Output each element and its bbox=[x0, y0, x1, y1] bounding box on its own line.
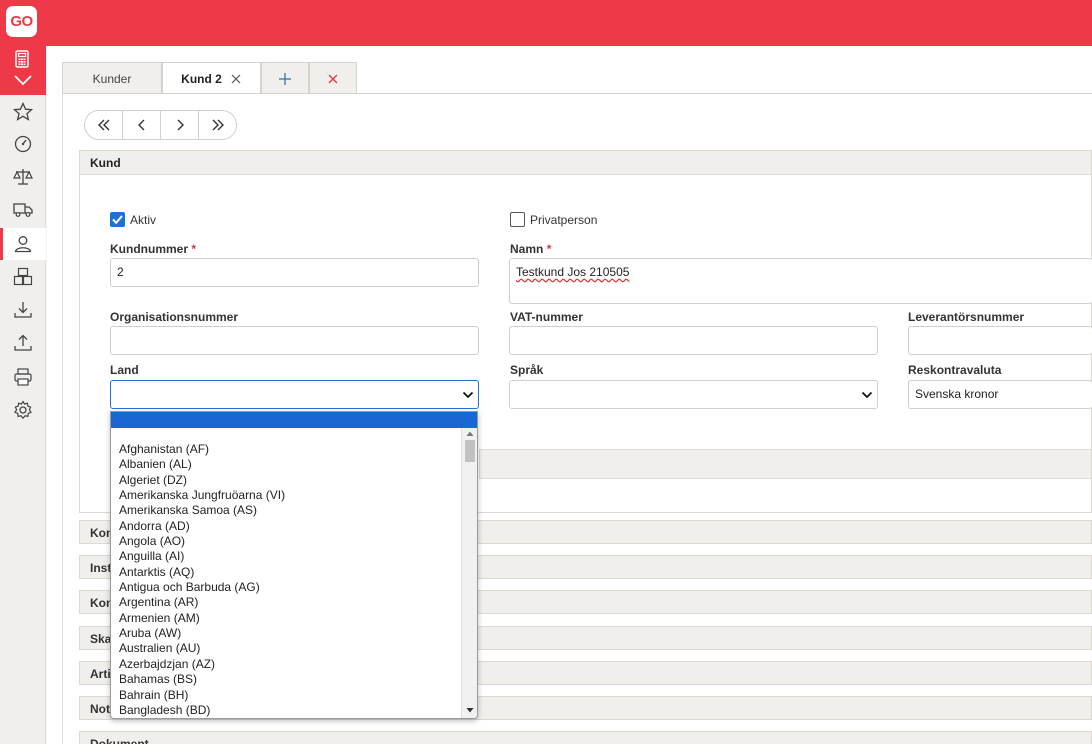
double-chevron-left-icon bbox=[97, 119, 109, 131]
land-dropdown-list[interactable]: Afghanistan (AF) Albanien (AL) Algeriet (D… bbox=[110, 411, 478, 719]
aktiv-checkbox[interactable] bbox=[110, 212, 125, 227]
dropdown-option[interactable]: Albanien (AL) bbox=[119, 457, 459, 472]
chevron-left-icon bbox=[137, 119, 144, 131]
organisationsnummer-field[interactable] bbox=[110, 326, 479, 355]
kund-section-header[interactable]: Kund bbox=[79, 150, 1092, 175]
dropdown-option[interactable]: Aruba (AW) bbox=[119, 626, 459, 641]
tab-kund-2[interactable]: Kund 2 bbox=[162, 62, 261, 94]
truck-icon[interactable] bbox=[12, 198, 34, 220]
dropdown-option[interactable]: Argentina (AR) bbox=[119, 595, 459, 610]
section-dokument[interactable]: Dokument bbox=[79, 731, 1092, 744]
scroll-up-icon[interactable] bbox=[466, 431, 474, 437]
tab-bar: Kunder Kund 2 bbox=[62, 62, 357, 94]
leverantorsnummer-label: Leverantörsnummer bbox=[908, 310, 1025, 324]
dropdown-selected-option[interactable] bbox=[111, 412, 477, 428]
close-tab-icon[interactable] bbox=[230, 73, 242, 85]
kundnummer-field[interactable]: 2 bbox=[110, 258, 479, 287]
dropdown-option[interactable]: Bahrain (BH) bbox=[119, 688, 459, 703]
add-tab-button[interactable] bbox=[261, 62, 309, 94]
chevron-down-icon bbox=[861, 391, 873, 399]
sidebar-header: GO bbox=[0, 0, 46, 95]
next-record-button[interactable] bbox=[161, 111, 199, 139]
last-record-button[interactable] bbox=[199, 111, 236, 139]
namn-field[interactable]: Testkund Jos 210505 bbox=[509, 258, 1092, 304]
tab-label: Kunder bbox=[92, 71, 132, 86]
printer-icon[interactable] bbox=[12, 366, 34, 388]
chevron-down-icon bbox=[462, 391, 474, 399]
tab-kunder[interactable]: Kunder bbox=[62, 62, 162, 94]
dropdown-option[interactable]: Andorra (AD) bbox=[119, 519, 459, 534]
app-logo[interactable]: GO bbox=[6, 6, 37, 37]
vat-nummer-label: VAT-nummer bbox=[510, 310, 583, 324]
settings-icon[interactable] bbox=[12, 399, 34, 421]
reskontravaluta-select[interactable]: Svenska kronor bbox=[908, 380, 1092, 409]
dropdown-option[interactable]: Amerikanska Jungfruöarna (VI) bbox=[119, 488, 459, 503]
reskontravaluta-label: Reskontravaluta bbox=[908, 363, 1002, 377]
user-icon[interactable] bbox=[12, 233, 34, 255]
leverantorsnummer-field[interactable] bbox=[908, 326, 1092, 355]
privatperson-label: Privatperson bbox=[530, 213, 598, 227]
upload-icon[interactable] bbox=[12, 332, 34, 354]
organisationsnummer-label: Organisationsnummer bbox=[110, 310, 239, 324]
scroll-down-icon[interactable] bbox=[466, 707, 474, 713]
first-record-button[interactable] bbox=[85, 111, 123, 139]
dropdown-option[interactable]: Armenien (AM) bbox=[119, 611, 459, 626]
privatperson-checkbox[interactable] bbox=[510, 212, 525, 227]
previous-record-button[interactable] bbox=[123, 111, 161, 139]
tab-bar-divider bbox=[62, 93, 1092, 94]
plus-icon bbox=[279, 72, 291, 85]
sprak-select[interactable] bbox=[509, 380, 878, 409]
dropdown-option[interactable]: Australien (AU) bbox=[119, 641, 459, 656]
dropdown-scrollbar[interactable] bbox=[461, 428, 477, 718]
record-navigation bbox=[84, 110, 237, 140]
dropdown-option[interactable]: Antigua och Barbuda (AG) bbox=[119, 580, 459, 595]
checkmark-icon bbox=[112, 215, 123, 225]
sprak-label: Språk bbox=[510, 363, 544, 377]
top-bar bbox=[0, 0, 1092, 46]
sidebar: GO bbox=[0, 0, 46, 744]
dropdown-option[interactable]: Azerbajdzjan (AZ) bbox=[119, 657, 459, 672]
dropdown-option[interactable]: Bangladesh (BD) bbox=[119, 703, 459, 718]
land-select[interactable] bbox=[110, 380, 479, 409]
close-all-tabs-button[interactable] bbox=[309, 62, 357, 94]
dropdown-option[interactable]: Bahamas (BS) bbox=[119, 672, 459, 687]
close-icon bbox=[328, 74, 338, 83]
download-icon[interactable] bbox=[12, 299, 34, 321]
dropdown-option[interactable]: Afghanistan (AF) bbox=[119, 442, 459, 457]
dropdown-option[interactable]: Amerikanska Samoa (AS) bbox=[119, 503, 459, 518]
vat-nummer-field[interactable] bbox=[509, 326, 878, 355]
dropdown-options: Afghanistan (AF) Albanien (AL) Algeriet (D… bbox=[119, 442, 459, 718]
scrollbar-thumb[interactable] bbox=[465, 440, 475, 462]
dropdown-option[interactable]: Anguilla (AI) bbox=[119, 549, 459, 564]
calculator-icon[interactable] bbox=[12, 49, 32, 69]
scale-icon[interactable] bbox=[12, 166, 34, 188]
aktiv-label: Aktiv bbox=[130, 213, 157, 227]
boxes-icon[interactable] bbox=[12, 266, 34, 288]
dropdown-option[interactable]: Antarktis (AQ) bbox=[119, 565, 459, 580]
namn-value: Testkund Jos 210505 bbox=[516, 265, 630, 279]
double-chevron-right-icon bbox=[212, 119, 224, 131]
dropdown-option[interactable]: Angola (AO) bbox=[119, 534, 459, 549]
inner-section-header[interactable] bbox=[479, 449, 1092, 479]
chevron-down-icon[interactable] bbox=[13, 73, 33, 87]
dashboard-icon[interactable] bbox=[12, 133, 34, 155]
star-icon[interactable] bbox=[12, 101, 34, 123]
namn-label: Namn * bbox=[510, 242, 552, 256]
kundnummer-label: Kundnummer * bbox=[110, 242, 197, 256]
tab-label: Kund 2 bbox=[181, 71, 222, 86]
dropdown-option[interactable]: Algeriet (DZ) bbox=[119, 473, 459, 488]
land-label: Land bbox=[110, 363, 139, 377]
chevron-right-icon bbox=[177, 119, 184, 131]
